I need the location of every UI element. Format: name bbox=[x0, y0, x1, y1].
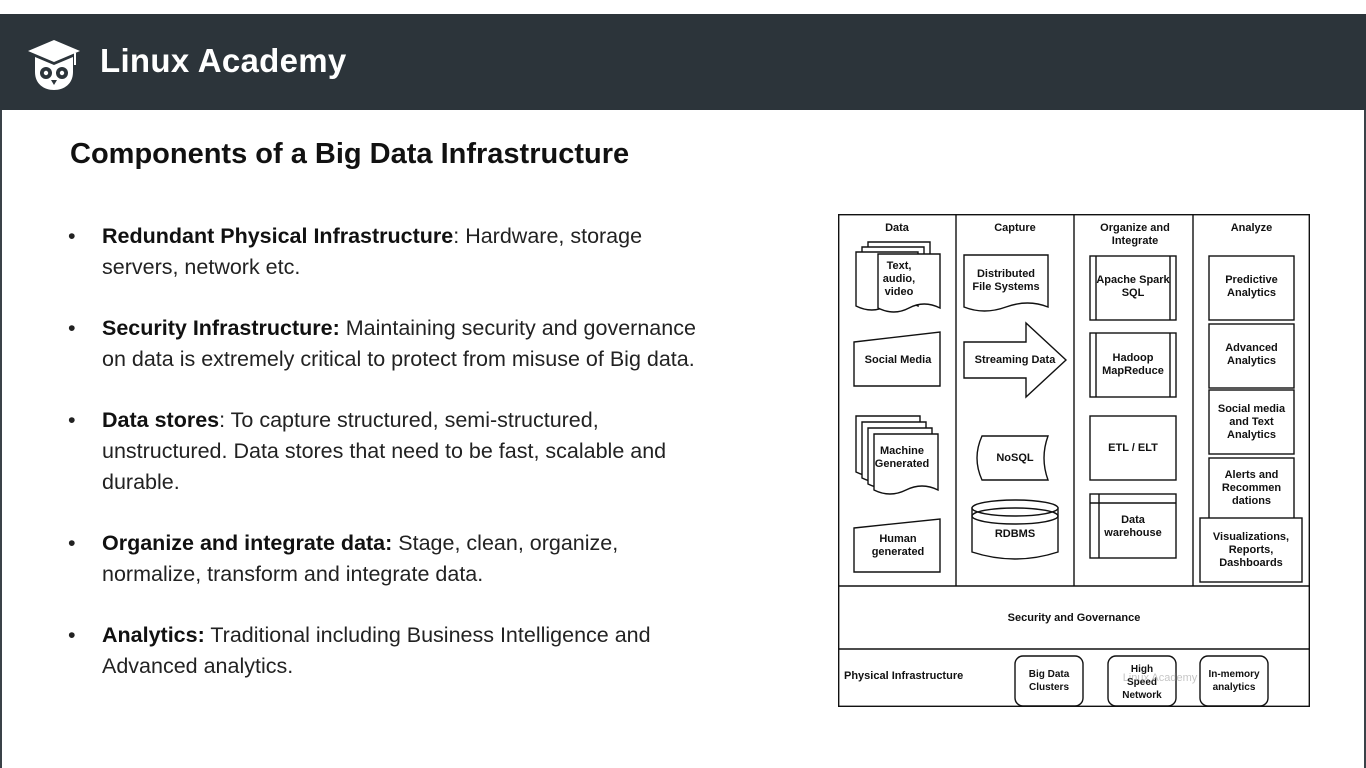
bullet-item: • Data stores: To capture structured, sem… bbox=[68, 405, 708, 498]
bullet-label: Organize and integrate data: bbox=[102, 531, 393, 555]
bullet-item: • Security Infrastructure: Maintaining se… bbox=[68, 313, 708, 375]
column-header-organize: Organize and Integrate bbox=[1100, 222, 1170, 247]
bullet-dot: • bbox=[68, 531, 76, 555]
bullet-label: Analytics: bbox=[102, 623, 205, 647]
analyze-alerts: Alerts and Recommen dations bbox=[1221, 468, 1282, 507]
bullet-item: • Organize and integrate data: Stage, cle… bbox=[68, 528, 708, 590]
column-header-analyze: Analyze bbox=[1230, 221, 1273, 234]
analyze-social-text: Social media and Text Analytics bbox=[1217, 402, 1286, 441]
slide-title: Components of a Big Data Infrastructure bbox=[70, 138, 630, 170]
big-data-infrastructure-diagram: Data Capture Organize and Integrate Anal… bbox=[838, 214, 1310, 707]
organize-etl: ETL / ELT bbox=[1108, 441, 1158, 454]
organize-spark: Apache Spark SQL bbox=[1096, 274, 1170, 299]
bullet-dot: • bbox=[68, 316, 76, 340]
column-header-capture: Capture bbox=[994, 221, 1036, 234]
bullet-dot: • bbox=[68, 408, 76, 432]
physical-clusters: Big Data Clusters bbox=[1028, 669, 1070, 693]
owl-graduation-cap-icon bbox=[28, 40, 80, 90]
bullet-item: • Redundant Physical Infrastructure: Hard… bbox=[68, 221, 708, 283]
bullet-label: Security Infrastructure: bbox=[102, 316, 340, 340]
security-governance-label: Security and Governance bbox=[1007, 611, 1141, 624]
data-machine-generated: Machine Generated bbox=[874, 445, 930, 470]
bullet-dot: • bbox=[68, 623, 76, 647]
analyze-advanced: Advanced Analytics bbox=[1225, 342, 1278, 367]
analyze-visualizations: Visualizations, Reports, Dashboards bbox=[1212, 530, 1290, 569]
frame-border-left bbox=[0, 110, 2, 768]
bullet-item: • Analytics: Traditional including Busine… bbox=[68, 620, 708, 682]
analyze-predictive: Predictive Analytics bbox=[1225, 274, 1278, 299]
bullet-label: Redundant Physical Infrastructure bbox=[102, 224, 454, 248]
capture-streaming: Streaming Data bbox=[974, 353, 1056, 366]
capture-nosql: NoSQL bbox=[996, 451, 1034, 464]
data-human-generated: Human generated bbox=[871, 533, 925, 558]
organize-hadoop: Hadoop MapReduce bbox=[1102, 352, 1164, 377]
brand-name: Linux Academy bbox=[100, 42, 347, 79]
column-header-data: Data bbox=[885, 221, 909, 234]
watermark: Linux Academy bbox=[1122, 671, 1198, 684]
bullet-dot: • bbox=[68, 224, 76, 248]
data-social-media: Social Media bbox=[864, 353, 932, 366]
capture-rdbms: RDBMS bbox=[994, 527, 1036, 540]
bullet-list: • Redundant Physical Infrastructure: Hard… bbox=[68, 221, 708, 712]
data-text-audio-video: Text, audio, video bbox=[882, 259, 916, 298]
physical-infrastructure-label: Physical Infrastructure bbox=[844, 669, 964, 682]
top-strip bbox=[0, 0, 1366, 14]
capture-dfs: Distributed File Systems bbox=[972, 268, 1040, 293]
header-bar: Linux Academy bbox=[0, 14, 1366, 110]
organize-warehouse: Data warehouse bbox=[1104, 514, 1162, 539]
bullet-label: Data stores bbox=[102, 408, 220, 432]
